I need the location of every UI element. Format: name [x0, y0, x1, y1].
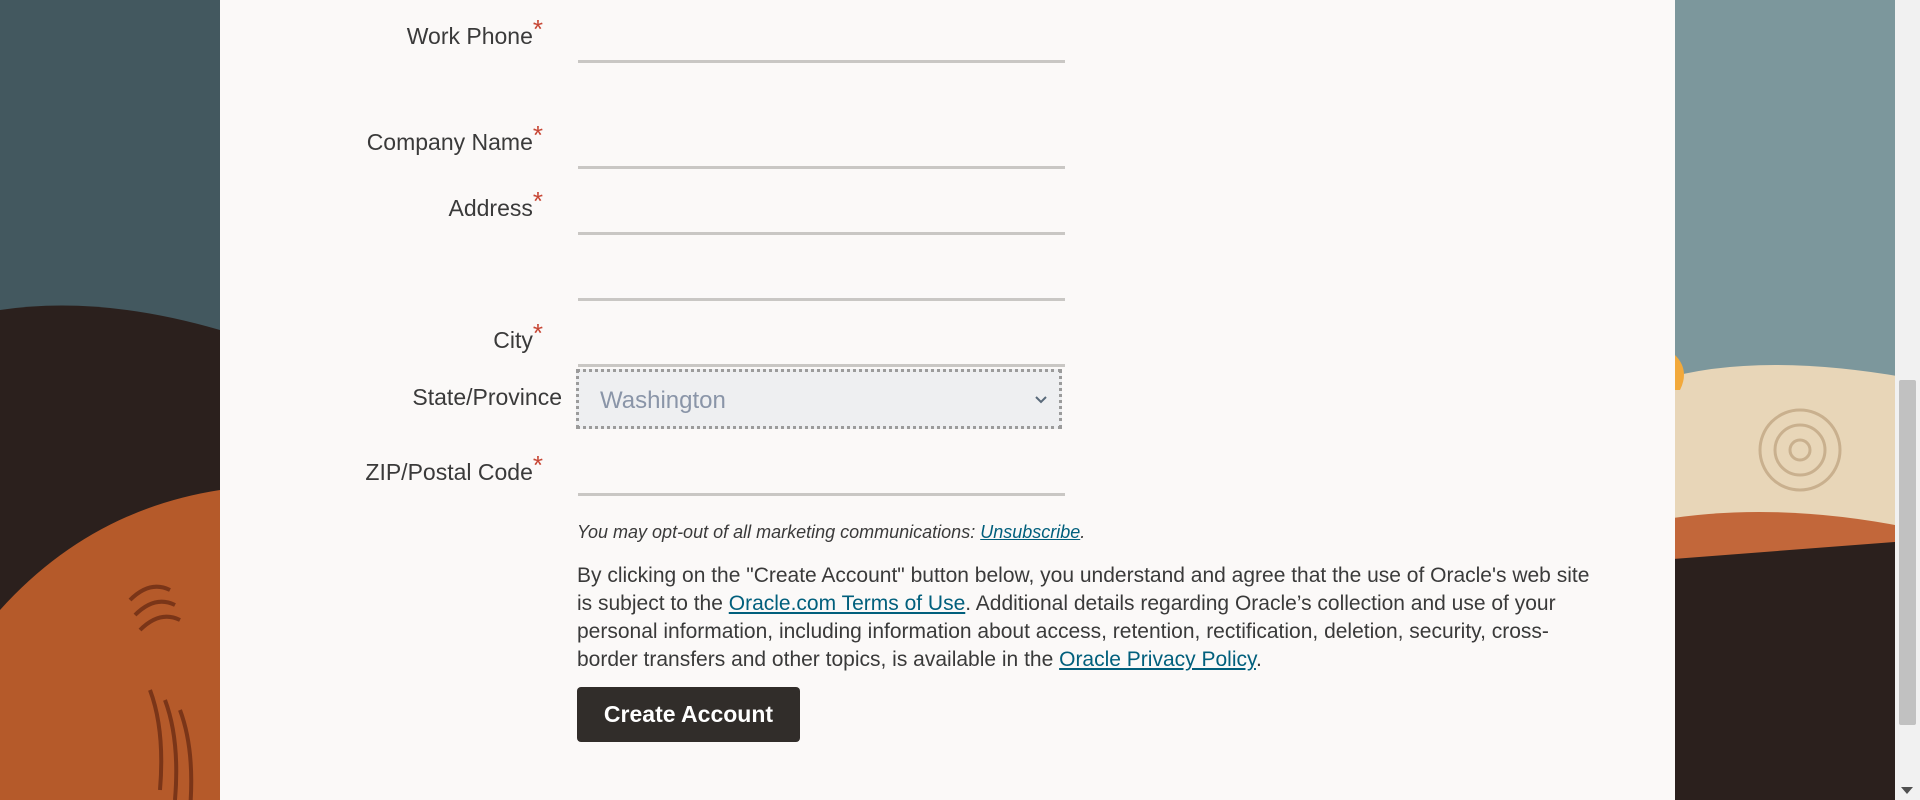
state-province-select[interactable]: Washington [576, 369, 1062, 429]
required-marker: * [532, 186, 543, 216]
chevron-down-icon [1035, 396, 1047, 404]
scrollbar-thumb[interactable] [1899, 380, 1916, 725]
scroll-down-arrow-icon[interactable] [1901, 787, 1913, 794]
optout-text: You may opt-out of all marketing communi… [577, 522, 981, 542]
address-label: Address* [448, 186, 544, 221]
company-name-label: Company Name* [366, 120, 543, 155]
work-phone-input[interactable] [578, 24, 1065, 63]
required-marker: * [532, 318, 543, 348]
city-input[interactable] [578, 328, 1065, 367]
required-marker: * [532, 14, 543, 44]
required-marker: * [532, 450, 543, 480]
create-account-button[interactable]: Create Account [577, 687, 800, 742]
terms-of-use-link[interactable]: Oracle.com Terms of Use [729, 592, 966, 615]
legal-notice: By clicking on the "Create Account" butt… [577, 562, 1592, 674]
optout-end: . [1080, 522, 1086, 542]
zip-postal-code-input[interactable] [578, 457, 1065, 496]
company-name-input[interactable] [578, 130, 1065, 169]
address-line2-input[interactable] [578, 262, 1065, 301]
state-province-label: State/Province [412, 384, 562, 410]
zip-postal-code-label: ZIP/Postal Code* [365, 450, 543, 485]
unsubscribe-link[interactable]: Unsubscribe [980, 522, 1080, 542]
city-label: City* [493, 318, 543, 353]
optout-notice: You may opt-out of all marketing communi… [577, 522, 1085, 543]
privacy-policy-link[interactable]: Oracle Privacy Policy [1059, 648, 1256, 671]
state-selected-value: Washington [600, 387, 726, 414]
vertical-scrollbar[interactable] [1895, 0, 1920, 800]
address-line1-input[interactable] [578, 196, 1065, 235]
legal-text-3: . [1255, 648, 1262, 671]
work-phone-label: Work Phone* [406, 14, 543, 49]
required-marker: * [532, 120, 543, 150]
